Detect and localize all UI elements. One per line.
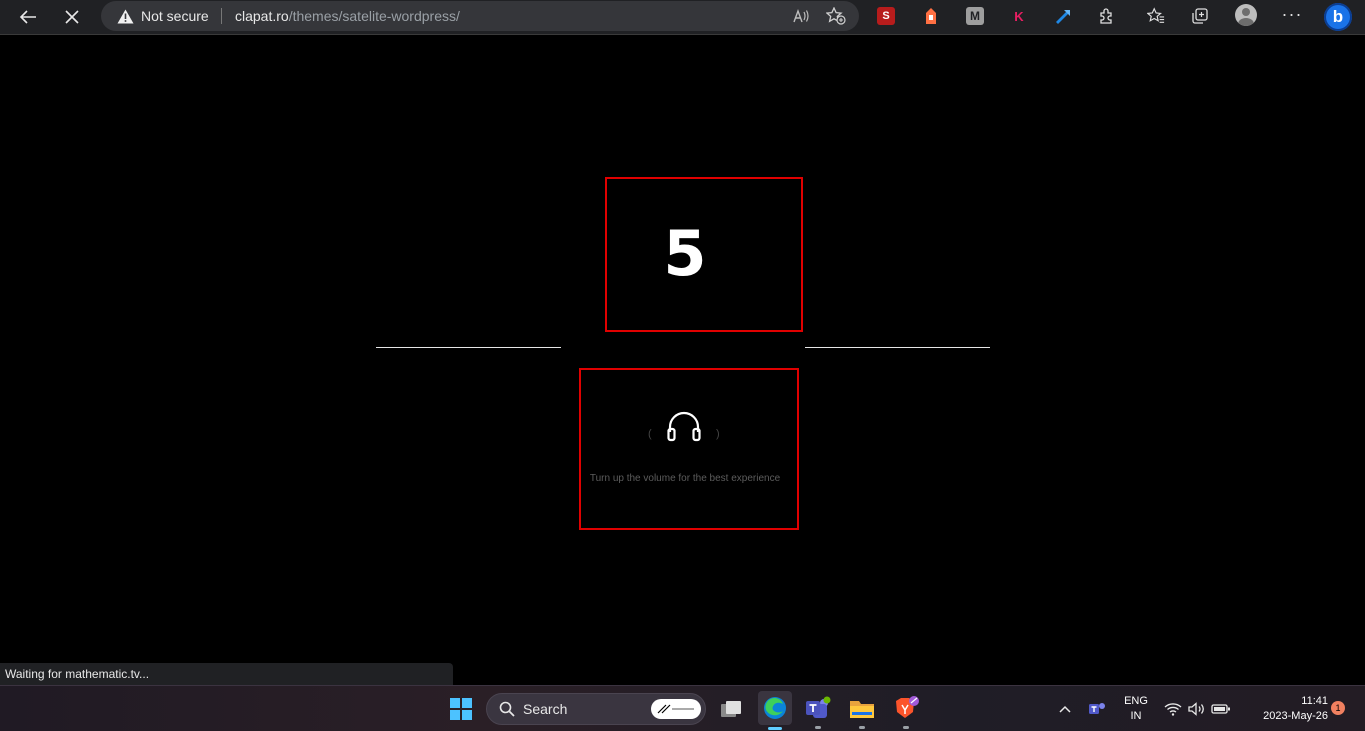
blue-extension-icon[interactable] bbox=[1054, 7, 1072, 25]
volume-button[interactable] bbox=[1185, 694, 1209, 724]
address-divider bbox=[221, 8, 222, 24]
add-favorite-button[interactable] bbox=[822, 3, 850, 29]
start-button[interactable] bbox=[446, 694, 476, 724]
taskbar-teams[interactable] bbox=[803, 694, 833, 729]
wifi-button[interactable] bbox=[1161, 694, 1185, 724]
site-info-button[interactable]: Not secure bbox=[117, 1, 209, 31]
address-bar[interactable]: Not secure clapat.ro/themes/satelite-wor… bbox=[101, 1, 859, 31]
brave-running-indicator bbox=[903, 726, 909, 729]
search-highlight-icon[interactable] bbox=[651, 699, 701, 719]
left-divider-line bbox=[376, 347, 561, 348]
task-view-button[interactable] bbox=[716, 694, 746, 724]
chevron-up-icon bbox=[1059, 705, 1071, 713]
taskbar-edge[interactable] bbox=[758, 691, 792, 730]
right-paren-decoration: ) bbox=[716, 428, 720, 440]
browser-toolbar: Not secure clapat.ro/themes/satelite-wor… bbox=[0, 0, 1365, 35]
teams-icon bbox=[806, 696, 831, 718]
teams-tray-icon bbox=[1089, 703, 1105, 714]
search-label: Search bbox=[523, 701, 568, 717]
url-path: /themes/satelite-wordpress/ bbox=[288, 8, 460, 24]
search-icon bbox=[499, 701, 515, 717]
headphones-icon bbox=[667, 411, 701, 442]
countdown-box: 5 bbox=[605, 177, 803, 332]
url-host: clapat.ro bbox=[235, 8, 289, 24]
windows-logo-icon bbox=[450, 698, 472, 720]
folder-icon bbox=[850, 701, 874, 718]
taskbar-file-explorer[interactable] bbox=[847, 694, 877, 729]
teams-running-indicator bbox=[815, 726, 821, 729]
notification-badge[interactable]: 1 bbox=[1331, 701, 1345, 715]
tray-teams-button[interactable] bbox=[1084, 694, 1110, 724]
taskbar-search[interactable]: Search bbox=[486, 693, 706, 725]
more-menu-button[interactable]: ··· bbox=[1281, 4, 1303, 28]
taskbar-brave[interactable] bbox=[891, 694, 921, 729]
browser-status-bar: Waiting for mathematic.tv... bbox=[0, 663, 453, 685]
volume-hint-box: ( ) Turn up the volume for the best expe… bbox=[579, 368, 799, 530]
volume-hint-text: Turn up the volume for the best experien… bbox=[589, 473, 781, 484]
brave-icon bbox=[896, 696, 919, 718]
left-paren-decoration: ( bbox=[648, 428, 652, 440]
extensions-puzzle-icon[interactable] bbox=[1098, 7, 1116, 25]
clock-date: 2023-May-26 bbox=[1263, 710, 1328, 722]
speaker-icon bbox=[1188, 702, 1204, 716]
back-arrow-icon bbox=[19, 10, 36, 24]
page-content: 5 ( ) Turn up the volume for the best ex… bbox=[0, 35, 1365, 685]
collections-icon bbox=[1192, 8, 1208, 24]
clock-time: 11:41 bbox=[1301, 695, 1328, 707]
explorer-running-indicator bbox=[859, 726, 865, 729]
collections-button[interactable] bbox=[1191, 7, 1209, 25]
more-icon: ··· bbox=[1281, 4, 1303, 24]
seo-extension-icon[interactable]: S bbox=[877, 7, 895, 25]
windows-taskbar: Search ENG IN 11:41 2023-May-26 1 bbox=[0, 685, 1365, 731]
taskbar-clock[interactable]: 11:41 2023-May-26 bbox=[1238, 694, 1328, 724]
region-code: IN bbox=[1130, 710, 1142, 722]
bing-chat-button[interactable]: b bbox=[1324, 3, 1352, 31]
edge-icon bbox=[764, 697, 786, 719]
battery-button[interactable] bbox=[1209, 694, 1233, 724]
bing-icon: b bbox=[1332, 7, 1344, 26]
language-code: ENG bbox=[1124, 695, 1148, 707]
url-text[interactable]: clapat.ro/themes/satelite-wordpress/ bbox=[235, 1, 460, 31]
right-divider-line bbox=[805, 347, 990, 348]
read-aloud-button[interactable] bbox=[787, 3, 815, 29]
stop-loading-button[interactable] bbox=[58, 4, 86, 30]
back-button[interactable] bbox=[14, 4, 42, 30]
task-view-icon bbox=[721, 701, 741, 717]
language-indicator[interactable]: ENG IN bbox=[1118, 694, 1154, 724]
security-label: Not secure bbox=[141, 8, 209, 24]
m-extension-icon[interactable]: M bbox=[966, 7, 984, 25]
orange-extension-icon[interactable] bbox=[922, 7, 940, 25]
profile-avatar[interactable] bbox=[1235, 4, 1257, 26]
favorites-button[interactable] bbox=[1147, 7, 1165, 25]
warning-icon bbox=[117, 9, 134, 23]
wifi-icon bbox=[1164, 703, 1182, 716]
star-add-icon bbox=[826, 7, 846, 25]
favorites-icon bbox=[1147, 7, 1165, 23]
k-extension-icon[interactable]: K bbox=[1010, 7, 1028, 25]
edge-running-indicator bbox=[768, 727, 782, 730]
countdown-number: 5 bbox=[663, 217, 707, 290]
show-hidden-icons-button[interactable] bbox=[1052, 694, 1078, 724]
read-aloud-icon bbox=[793, 8, 809, 23]
close-icon bbox=[65, 10, 79, 24]
battery-icon bbox=[1211, 704, 1230, 714]
